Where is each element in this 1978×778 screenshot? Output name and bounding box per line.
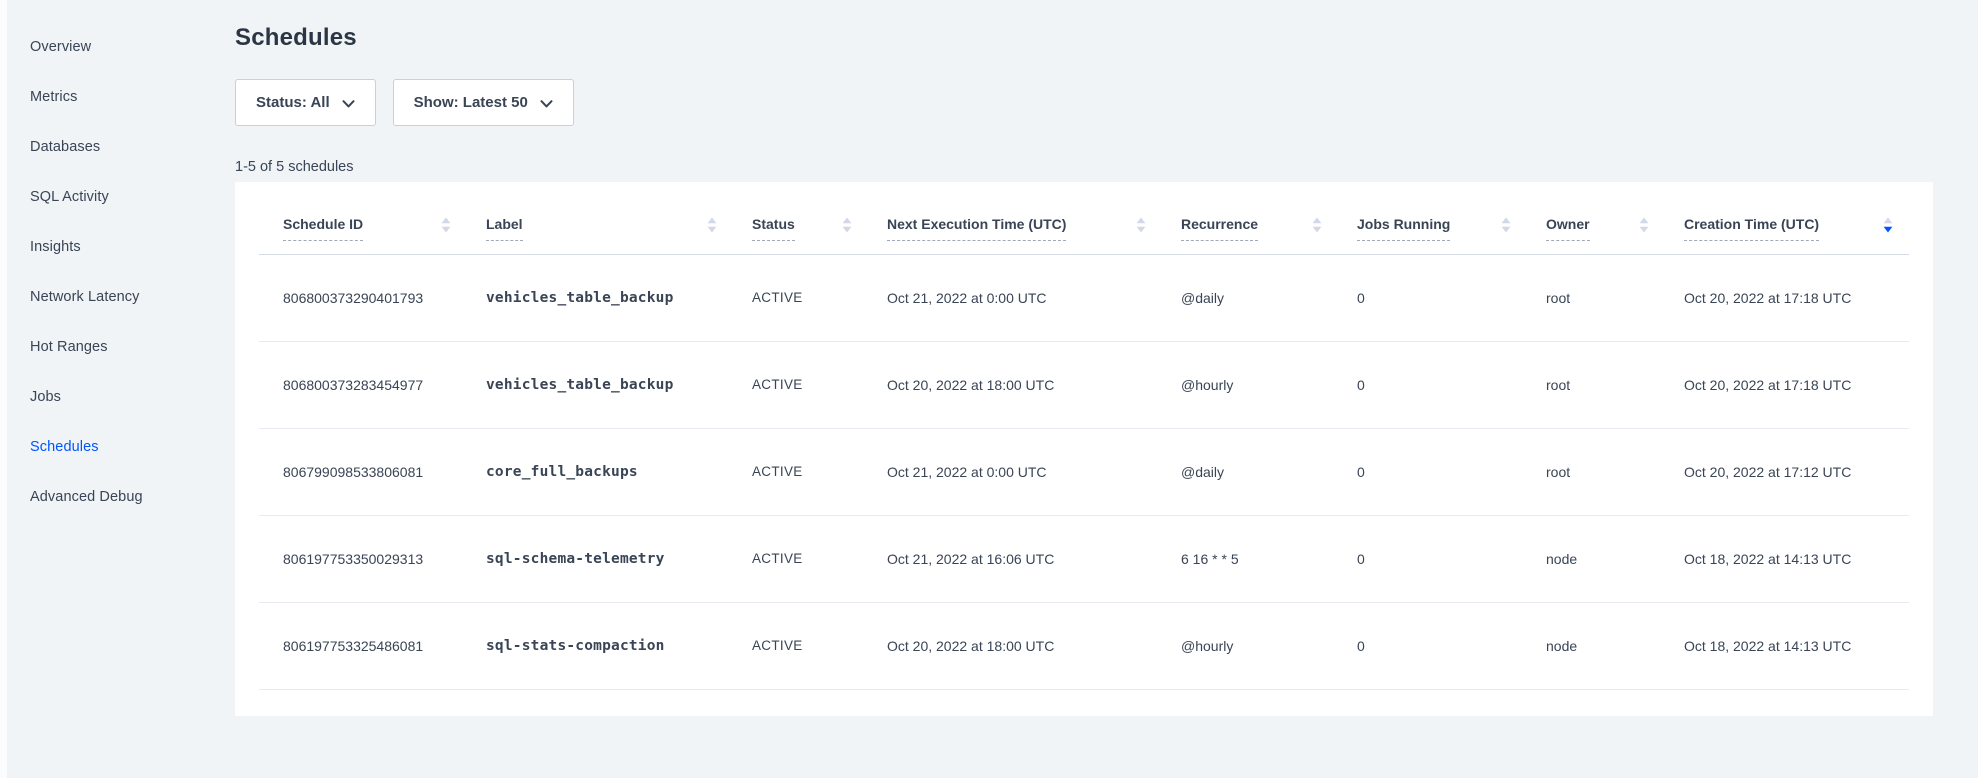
sidebar-item-sql-activity[interactable]: SQL Activity (30, 172, 235, 222)
cell-status: ACTIVE (752, 515, 887, 602)
status-filter-label: Status: All (256, 94, 330, 111)
sidebar-item-metrics[interactable]: Metrics (30, 72, 235, 122)
cell-id: 806800373283454977 (259, 341, 486, 428)
status-filter-dropdown[interactable]: Status: All (235, 79, 376, 126)
column-label: Recurrence (1181, 216, 1258, 241)
filter-bar: Status: All Show: Latest 50 (235, 79, 1940, 126)
cell-id: 806197753325486081 (259, 602, 486, 689)
chevron-down-icon (540, 95, 553, 112)
cell-jobs-running: 0 (1357, 602, 1546, 689)
sidebar-item-network-latency[interactable]: Network Latency (30, 272, 235, 322)
sidebar-item-databases[interactable]: Databases (30, 122, 235, 172)
cell-label: vehicles_table_backup (486, 254, 752, 341)
cell-id: 806800373290401793 (259, 254, 486, 341)
sidebar-item-schedules[interactable]: Schedules (30, 422, 235, 472)
cell-status: ACTIVE (752, 254, 887, 341)
cell-recurrence: @daily (1181, 254, 1357, 341)
cell-owner: node (1546, 515, 1684, 602)
cell-next-execution: Oct 21, 2022 at 0:00 UTC (887, 254, 1181, 341)
cell-owner: root (1546, 341, 1684, 428)
cell-creation-time: Oct 20, 2022 at 17:18 UTC (1684, 341, 1909, 428)
table-row: 806197753350029313sql-schema-telemetryAC… (259, 515, 1909, 602)
sidebar-item-hot-ranges[interactable]: Hot Ranges (30, 322, 235, 372)
cell-next-execution: Oct 21, 2022 at 0:00 UTC (887, 428, 1181, 515)
sidebar-item-overview[interactable]: Overview (30, 22, 235, 72)
cell-owner: root (1546, 428, 1684, 515)
table-row: 806800373283454977vehicles_table_backupA… (259, 341, 1909, 428)
cell-recurrence: @hourly (1181, 341, 1357, 428)
cell-recurrence: 6 16 * * 5 (1181, 515, 1357, 602)
window-left-edge (0, 0, 7, 778)
page-title: Schedules (235, 24, 1940, 52)
cell-jobs-running: 0 (1357, 428, 1546, 515)
cell-status: ACTIVE (752, 428, 887, 515)
table-header-row: Schedule ID Label Status Next Execution Tim… (259, 182, 1909, 254)
sort-arrows-icon (441, 217, 451, 233)
show-filter-dropdown[interactable]: Show: Latest 50 (393, 79, 574, 126)
cell-label: sql-schema-telemetry (486, 515, 752, 602)
cell-jobs-running: 0 (1357, 254, 1546, 341)
table-row: 806800373290401793vehicles_table_backupA… (259, 254, 1909, 341)
cell-creation-time: Oct 18, 2022 at 14:13 UTC (1684, 515, 1909, 602)
sidebar-item-jobs[interactable]: Jobs (30, 372, 235, 422)
column-label: Schedule ID (283, 216, 363, 241)
column-label: Label (486, 216, 523, 241)
column-header-label[interactable]: Label (486, 182, 752, 254)
chevron-down-icon (342, 95, 355, 112)
sort-arrows-icon (1639, 217, 1649, 233)
cell-next-execution: Oct 21, 2022 at 16:06 UTC (887, 515, 1181, 602)
column-header-jobs-running[interactable]: Jobs Running (1357, 182, 1546, 254)
table-row: 806799098533806081core_full_backupsACTIV… (259, 428, 1909, 515)
sort-arrows-icon (1312, 217, 1322, 233)
cell-label: vehicles_table_backup (486, 341, 752, 428)
table-body: 806800373290401793vehicles_table_backupA… (259, 254, 1909, 689)
results-count: 1-5 of 5 schedules (235, 159, 1940, 175)
sort-arrows-icon (842, 217, 852, 233)
cell-recurrence: @daily (1181, 428, 1357, 515)
column-header-recurrence[interactable]: Recurrence (1181, 182, 1357, 254)
column-label: Jobs Running (1357, 216, 1450, 241)
table-row: 806197753325486081sql-stats-compactionAC… (259, 602, 1909, 689)
column-label: Next Execution Time (UTC) (887, 216, 1066, 241)
cell-status: ACTIVE (752, 602, 887, 689)
cell-status: ACTIVE (752, 341, 887, 428)
column-header-next-execution-time-utc[interactable]: Next Execution Time (UTC) (887, 182, 1181, 254)
schedules-table-card: Schedule ID Label Status Next Execution Tim… (235, 182, 1933, 716)
cell-id: 806197753350029313 (259, 515, 486, 602)
column-header-schedule-id[interactable]: Schedule ID (259, 182, 486, 254)
show-filter-label: Show: Latest 50 (414, 94, 528, 111)
cell-next-execution: Oct 20, 2022 at 18:00 UTC (887, 602, 1181, 689)
cell-jobs-running: 0 (1357, 341, 1546, 428)
column-label: Owner (1546, 216, 1590, 241)
column-label: Creation Time (UTC) (1684, 216, 1819, 241)
sort-arrows-icon (1501, 217, 1511, 233)
cell-owner: node (1546, 602, 1684, 689)
cell-next-execution: Oct 20, 2022 at 18:00 UTC (887, 341, 1181, 428)
sort-arrows-icon (1136, 217, 1146, 233)
cell-label: sql-stats-compaction (486, 602, 752, 689)
sort-arrows-icon (1883, 217, 1893, 233)
column-header-owner[interactable]: Owner (1546, 182, 1684, 254)
cell-creation-time: Oct 20, 2022 at 17:12 UTC (1684, 428, 1909, 515)
cell-creation-time: Oct 20, 2022 at 17:18 UTC (1684, 254, 1909, 341)
column-header-creation-time-utc[interactable]: Creation Time (UTC) (1684, 182, 1909, 254)
column-header-status[interactable]: Status (752, 182, 887, 254)
cell-label: core_full_backups (486, 428, 752, 515)
cell-owner: root (1546, 254, 1684, 341)
cell-recurrence: @hourly (1181, 602, 1357, 689)
sidebar-item-advanced-debug[interactable]: Advanced Debug (30, 472, 235, 522)
main-content: Schedules Status: All Show: Latest 50 1-… (235, 0, 1940, 716)
sidebar-item-insights[interactable]: Insights (30, 222, 235, 272)
cell-creation-time: Oct 18, 2022 at 14:13 UTC (1684, 602, 1909, 689)
cell-jobs-running: 0 (1357, 515, 1546, 602)
cell-id: 806799098533806081 (259, 428, 486, 515)
sidebar-nav: OverviewMetricsDatabasesSQL ActivityInsi… (7, 0, 235, 778)
schedules-table: Schedule ID Label Status Next Execution Tim… (259, 182, 1909, 690)
column-label: Status (752, 216, 795, 241)
sort-arrows-icon (707, 217, 717, 233)
